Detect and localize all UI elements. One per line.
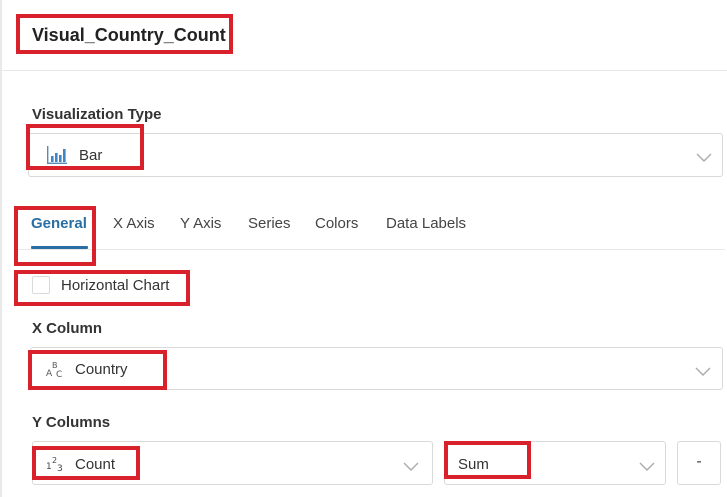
number-type-icon: 1 2 3 xyxy=(46,454,66,474)
visualization-name[interactable]: Visual_Country_Count xyxy=(32,24,226,46)
visualization-type-select[interactable]: Bar xyxy=(28,133,723,177)
chevron-down-icon xyxy=(696,150,712,162)
tab-y-axis[interactable]: Y Axis xyxy=(180,215,221,233)
tab-general[interactable]: General xyxy=(31,215,87,233)
svg-text:A: A xyxy=(46,369,53,378)
visualization-type-label: Visualization Type xyxy=(32,106,162,123)
svg-text:1: 1 xyxy=(46,462,52,472)
tab-colors[interactable]: Colors xyxy=(315,215,358,233)
x-column-select[interactable]: A B C Country xyxy=(30,347,723,390)
chevron-down-icon xyxy=(403,459,419,471)
chevron-down-icon xyxy=(639,459,655,471)
x-column-label: X Column xyxy=(32,320,102,337)
svg-text:B: B xyxy=(52,361,58,370)
horizontal-chart-checkbox[interactable] xyxy=(32,276,50,294)
y-columns-label: Y Columns xyxy=(32,414,111,431)
visualization-type-value: Bar xyxy=(79,147,103,164)
horizontal-chart-label[interactable]: Horizontal Chart xyxy=(61,277,169,295)
tabs-divider xyxy=(16,249,725,250)
chevron-down-icon xyxy=(695,364,711,376)
svg-text:C: C xyxy=(56,370,62,378)
panel-left-edge xyxy=(0,0,2,497)
x-column-value: Country xyxy=(75,361,128,378)
aggregation-value: Sum xyxy=(458,456,489,473)
tab-data-labels[interactable]: Data Labels xyxy=(386,215,466,233)
header-divider xyxy=(2,70,727,71)
tab-x-axis[interactable]: X Axis xyxy=(113,215,155,233)
aggregation-select[interactable]: Sum xyxy=(444,441,666,485)
y-column-select[interactable]: 1 2 3 Count xyxy=(32,441,433,485)
y-column-value: Count xyxy=(75,456,116,473)
text-type-icon: A B C xyxy=(46,360,64,380)
svg-text:3: 3 xyxy=(57,464,63,472)
tab-series[interactable]: Series xyxy=(248,215,291,233)
bar-chart-icon xyxy=(47,146,67,164)
remove-y-column-button[interactable]: - xyxy=(677,441,721,485)
